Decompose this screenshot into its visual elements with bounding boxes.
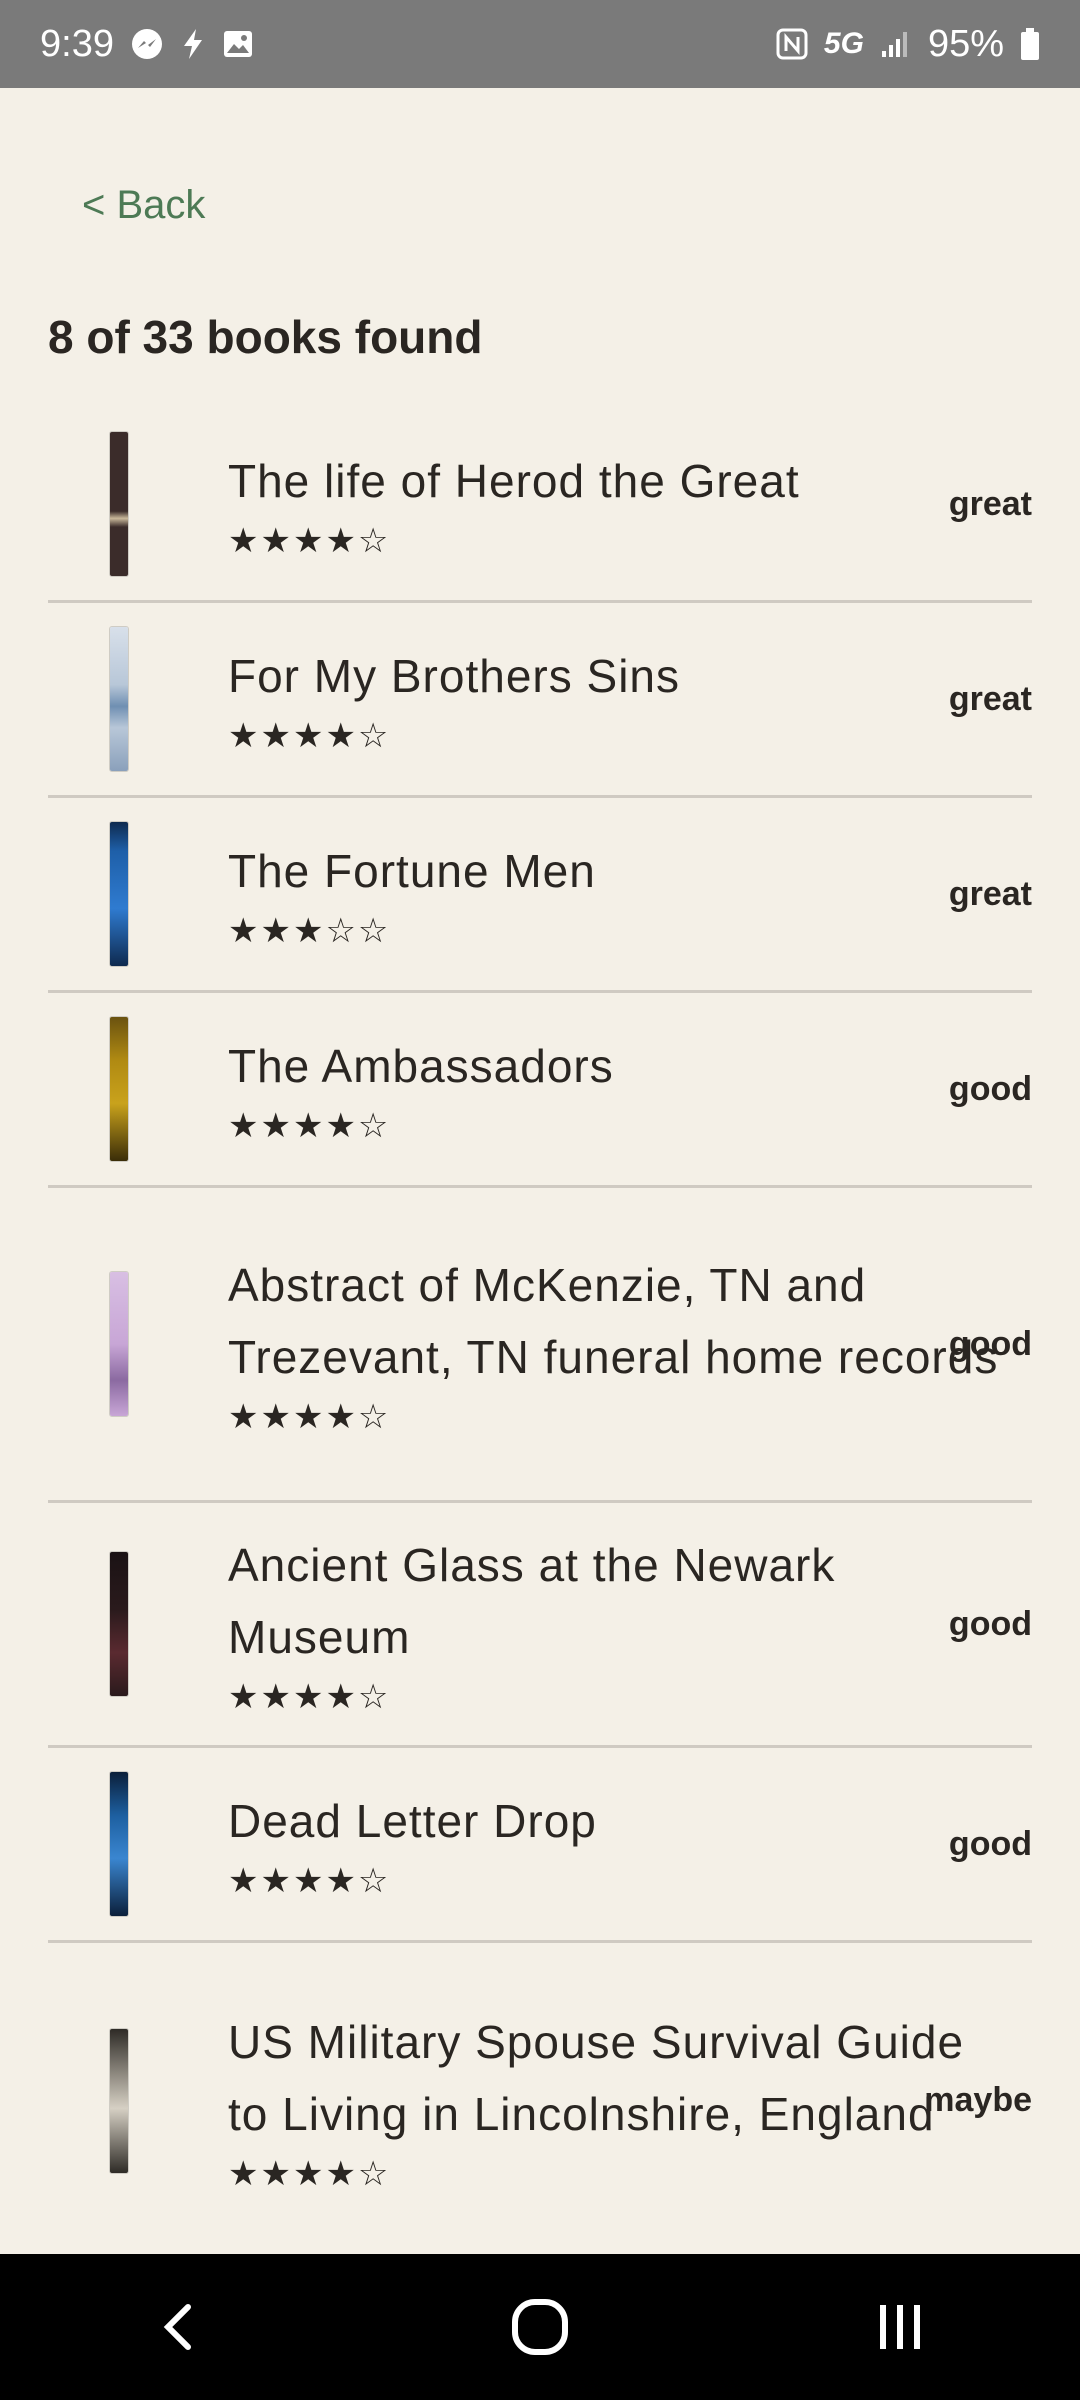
book-row[interactable]: For My Brothers Sins ★★★★☆ great bbox=[48, 603, 1032, 798]
book-spine-image bbox=[110, 1552, 128, 1696]
book-title: The life of Herod the Great bbox=[228, 455, 800, 507]
book-spine-image bbox=[110, 1272, 128, 1416]
nav-recents-button[interactable] bbox=[840, 2277, 960, 2377]
book-info: For My Brothers Sins ★★★★☆ bbox=[228, 640, 1032, 758]
star-rating: ★★★★☆ bbox=[228, 1398, 391, 1436]
book-title: The Fortune Men bbox=[228, 845, 596, 897]
book-row[interactable]: US Military Spouse Survival Guide to Liv… bbox=[48, 1943, 1032, 2254]
book-status-badge: maybe bbox=[924, 2081, 1032, 2119]
recents-icon bbox=[880, 2305, 920, 2349]
book-title: Abstract of McKenzie, TN and Trezevant, … bbox=[228, 1259, 999, 1383]
book-spine-image bbox=[110, 432, 128, 576]
messenger-icon bbox=[130, 27, 164, 61]
book-cover-wrap bbox=[48, 1552, 228, 1696]
book-cover-wrap bbox=[48, 2028, 228, 2173]
status-bar-left: 9:39 bbox=[40, 23, 254, 66]
book-title: The Ambassadors bbox=[228, 1040, 614, 1092]
book-title: For My Brothers Sins bbox=[228, 650, 680, 702]
signal-icon bbox=[880, 29, 912, 59]
book-row[interactable]: The Fortune Men ★★★☆☆ great bbox=[48, 798, 1032, 993]
book-spine-image bbox=[110, 1017, 128, 1161]
book-cover-wrap bbox=[48, 1772, 228, 1916]
book-status-badge: good bbox=[948, 1604, 1032, 1643]
bolt-icon bbox=[180, 27, 206, 61]
battery-icon bbox=[1020, 27, 1040, 61]
book-info: Ancient Glass at the Newark Museum ★★★★☆ bbox=[228, 1529, 1032, 1719]
status-time: 9:39 bbox=[40, 22, 114, 65]
status-bar: 9:39 5G 95% bbox=[0, 0, 1080, 88]
book-list: The life of Herod the Great ★★★★☆ great … bbox=[48, 408, 1032, 2254]
home-icon bbox=[512, 2299, 568, 2355]
star-rating: ★★★★☆ bbox=[228, 2154, 391, 2193]
book-status-badge: great bbox=[948, 874, 1032, 913]
book-row[interactable]: Dead Letter Drop ★★★★☆ good bbox=[48, 1748, 1032, 1943]
system-nav-bar bbox=[0, 2254, 1080, 2400]
nfc-icon bbox=[776, 28, 808, 60]
gallery-icon bbox=[222, 28, 254, 60]
battery-percent: 95% bbox=[927, 22, 1004, 65]
book-info: Dead Letter Drop ★★★★☆ bbox=[228, 1785, 1032, 1903]
results-count: 8 of 33 books found bbox=[48, 311, 483, 363]
book-row[interactable]: The life of Herod the Great ★★★★☆ great bbox=[48, 408, 1032, 603]
book-title: Ancient Glass at the Newark Museum bbox=[228, 1539, 836, 1663]
book-status-badge: good bbox=[948, 1069, 1032, 1108]
star-rating: ★★★★☆ bbox=[228, 1862, 391, 1900]
book-info: The Ambassadors ★★★★☆ bbox=[228, 1030, 1032, 1148]
chevron-left-icon bbox=[163, 2304, 191, 2350]
book-spine-image bbox=[110, 822, 128, 966]
star-rating: ★★★★☆ bbox=[228, 717, 391, 755]
book-row[interactable]: The Ambassadors ★★★★☆ good bbox=[48, 993, 1032, 1188]
book-status-badge: good bbox=[948, 1324, 1032, 1363]
network-type: 5G bbox=[823, 27, 864, 60]
book-info: The Fortune Men ★★★☆☆ bbox=[228, 835, 1032, 953]
star-rating: ★★★★☆ bbox=[228, 1107, 391, 1145]
book-cover-wrap bbox=[48, 822, 228, 966]
book-cover-wrap bbox=[48, 432, 228, 576]
nav-home-button[interactable] bbox=[480, 2277, 600, 2377]
status-bar-right: 5G 95% bbox=[776, 23, 1040, 66]
book-cover-wrap bbox=[48, 1272, 228, 1416]
book-title: Dead Letter Drop bbox=[228, 1795, 597, 1847]
book-status-badge: good bbox=[948, 1824, 1032, 1863]
book-spine-image bbox=[110, 627, 128, 771]
book-info: US Military Spouse Survival Guide to Liv… bbox=[228, 2006, 1032, 2196]
star-rating: ★★★★☆ bbox=[228, 1678, 391, 1716]
star-rating: ★★★★☆ bbox=[228, 522, 391, 560]
book-row[interactable]: Abstract of McKenzie, TN and Trezevant, … bbox=[48, 1188, 1032, 1503]
book-cover-wrap bbox=[48, 1017, 228, 1161]
main-content: < Back 8 of 33 books found The life of H… bbox=[0, 88, 1080, 2254]
book-status-badge: great bbox=[948, 679, 1032, 718]
book-row[interactable]: Ancient Glass at the Newark Museum ★★★★☆… bbox=[48, 1503, 1032, 1748]
star-rating: ★★★☆☆ bbox=[228, 912, 391, 950]
nav-back-button[interactable] bbox=[120, 2277, 240, 2377]
book-spine-image bbox=[110, 1772, 128, 1916]
book-title: US Military Spouse Survival Guide to Liv… bbox=[228, 2015, 965, 2140]
book-spine-image bbox=[110, 2028, 128, 2173]
book-cover-wrap bbox=[48, 627, 228, 771]
book-info: Abstract of McKenzie, TN and Trezevant, … bbox=[228, 1249, 1032, 1439]
back-button[interactable]: < Back bbox=[82, 183, 205, 228]
book-info: The life of Herod the Great ★★★★☆ bbox=[228, 445, 1032, 563]
book-status-badge: great bbox=[948, 484, 1032, 523]
